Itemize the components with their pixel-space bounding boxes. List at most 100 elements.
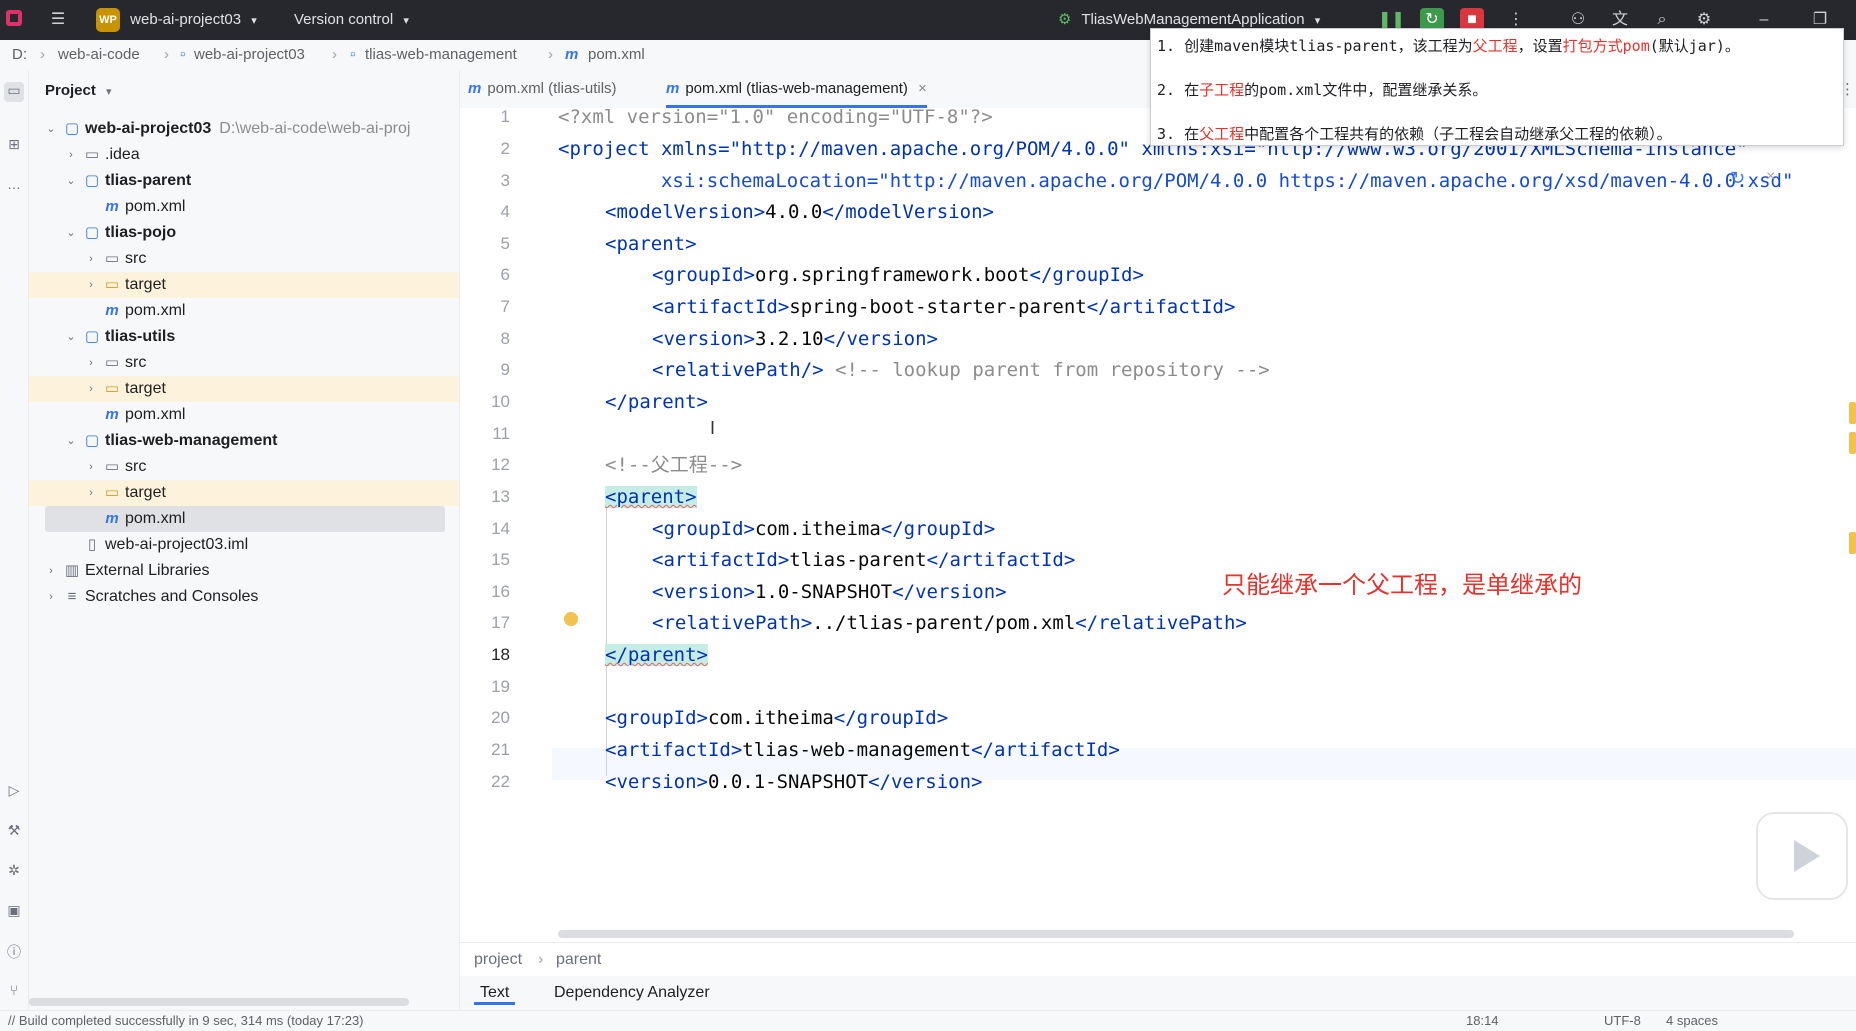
project-switcher[interactable]: WP web-ai-project03 ▾ [96, 0, 257, 40]
warning-marker[interactable] [1849, 432, 1856, 454]
close-icon[interactable]: × [1766, 168, 1775, 186]
status-message[interactable]: // Build completed successfully in 9 sec… [8, 1013, 364, 1028]
project-panel-header[interactable]: Project ▾ [45, 82, 112, 99]
chevron-right-icon[interactable]: › [85, 454, 97, 480]
breadcrumb-separator: › [538, 951, 544, 968]
project-badge: WP [96, 8, 120, 33]
tree-node-iml[interactable]: ▯ web-ai-project03.iml [29, 532, 459, 558]
folder-icon: ▭ [84, 146, 100, 163]
chevron-right-icon[interactable]: › [85, 246, 97, 272]
problems-tool-icon[interactable]: ⓘ [4, 942, 24, 962]
chevron-right-icon[interactable]: › [85, 350, 97, 376]
code-line-18: </parent> [605, 644, 708, 666]
breadcrumb-drive[interactable]: D: [12, 46, 27, 63]
debug-tool-icon[interactable]: ✲ [4, 862, 24, 882]
file-encoding[interactable]: UTF-8 [1604, 1013, 1641, 1028]
chevron-right-icon[interactable]: › [85, 272, 97, 298]
tree-node-tlias-pojo[interactable]: ⌄ ▢ tlias-pojo [29, 220, 459, 246]
line-number: 3 [500, 171, 510, 190]
chevron-right-icon[interactable]: › [45, 584, 57, 610]
warning-marker[interactable] [1849, 532, 1856, 554]
module-folder-icon: ▢ [84, 172, 100, 189]
chevron-right-icon[interactable]: › [65, 142, 77, 168]
crumb-project[interactable]: project [474, 951, 522, 969]
main-menu-icon[interactable]: ☰ [46, 8, 70, 32]
tree-node-tlias-utils[interactable]: ⌄ ▢ tlias-utils [29, 324, 459, 350]
chevron-right-icon[interactable]: › [45, 558, 57, 584]
tab-pom-tlias-web-management[interactable]: m pom.xml (tlias-web-management) × [666, 70, 927, 108]
close-icon[interactable]: × [918, 80, 927, 97]
code-line-10: </parent> [605, 391, 708, 413]
version-control-menu[interactable]: Version control ▾ [294, 0, 409, 40]
code-line-8: <version>3.2.10</version> [652, 328, 938, 350]
structure-tool-icon[interactable]: ⊞ [4, 136, 24, 156]
project-tool-icon[interactable]: ▭ [4, 82, 24, 102]
tree-node-tlias-parent[interactable]: ⌄ ▢ tlias-parent [29, 168, 459, 194]
chevron-right-icon[interactable]: › [85, 376, 97, 402]
breadcrumb-project[interactable]: web-ai-project03 [194, 46, 305, 63]
breadcrumb-file[interactable]: pom.xml [588, 46, 645, 63]
chevron-down-icon: ▾ [403, 15, 409, 27]
folder-icon: ▭ [104, 250, 120, 267]
project-panel: Project ▾ ⌄ ▢ web-ai-project03 D:\web-ai-… [29, 70, 460, 1010]
line-number: 12 [491, 455, 510, 474]
project-panel-scrollbar[interactable] [29, 998, 409, 1006]
project-name: web-ai-project03 [130, 11, 242, 28]
maven-reload-icon[interactable]: ↻ [1730, 168, 1745, 189]
chevron-down-icon[interactable]: ⌄ [45, 116, 57, 142]
library-icon: ▥ [64, 562, 80, 579]
tree-node-target[interactable]: › ▭ target [29, 480, 459, 506]
code-line-12: <!--父工程--> [605, 454, 743, 476]
tree-label: tlias-web-management [105, 432, 278, 449]
breadcrumb-module[interactable]: tlias-web-management [365, 46, 517, 63]
tree-node-pom-selected[interactable]: m pom.xml [45, 506, 445, 532]
tree-label: tlias-utils [105, 328, 176, 345]
terminal-tool-icon[interactable]: ▣ [4, 902, 24, 922]
chevron-down-icon[interactable]: ⌄ [65, 324, 77, 350]
tree-node-external-libraries[interactable]: › ▥ External Libraries [29, 558, 459, 584]
line-number: 16 [491, 582, 510, 601]
chevron-down-icon: ▾ [1314, 15, 1321, 27]
editor-horizontal-scrollbar[interactable] [558, 930, 1794, 938]
ide-logo-icon[interactable] [2, 8, 26, 32]
tree-node-tlias-web-management[interactable]: ⌄ ▢ tlias-web-management [29, 428, 459, 454]
tree-node-src[interactable]: › ▭ src [29, 454, 459, 480]
tree-node-pom[interactable]: m pom.xml [29, 194, 459, 220]
tree-node-scratches[interactable]: › ≡ Scratches and Consoles [29, 584, 459, 610]
tree-node-target[interactable]: › ▭ target [29, 376, 459, 402]
tab-pom-tlias-utils[interactable]: m pom.xml (tlias-utils) [468, 70, 617, 108]
more-tools-icon[interactable]: … [4, 176, 24, 196]
warning-marker[interactable] [1849, 402, 1856, 424]
build-tool-icon[interactable]: ⚒ [4, 822, 24, 842]
chevron-down-icon[interactable]: ⌄ [65, 220, 77, 246]
code-editor[interactable]: 1 2 3 4 5 6 7 8 9 10 11 12 13 14 15 16 1… [460, 108, 1856, 942]
tree-node-pom[interactable]: m pom.xml [29, 402, 459, 428]
line-number: 7 [500, 297, 510, 316]
chevron-right-icon[interactable]: › [85, 480, 97, 506]
tree-label: web-ai-project03.iml [105, 536, 249, 553]
git-tool-icon[interactable]: ⑂ [4, 982, 24, 1002]
code-line-16: <version>1.0-SNAPSHOT</version> [652, 581, 1007, 603]
module-folder-icon: ▢ [84, 328, 100, 345]
tree-node-target[interactable]: › ▭ target [29, 272, 459, 298]
chevron-down-icon[interactable]: ⌄ [65, 428, 77, 454]
tree-node-pom[interactable]: m pom.xml [29, 298, 459, 324]
chevron-down-icon[interactable]: ⌄ [65, 168, 77, 194]
code-line-7: <artifactId>spring-boot-starter-parent</… [652, 296, 1236, 318]
tree-node-idea[interactable]: › ▭ .idea [29, 142, 459, 168]
tree-node-root[interactable]: ⌄ ▢ web-ai-project03 D:\web-ai-code\web-a… [29, 116, 459, 142]
tab-dependency-analyzer[interactable]: Dependency Analyzer [554, 984, 710, 1002]
intention-bulb-icon[interactable] [564, 612, 578, 626]
run-tool-icon[interactable]: ▷ [4, 782, 24, 802]
folder-icon: ▭ [104, 354, 120, 371]
excluded-folder-icon: ▭ [104, 380, 120, 397]
caret-position[interactable]: 18:14 [1466, 1013, 1499, 1028]
tree-node-src[interactable]: › ▭ src [29, 350, 459, 376]
video-play-button[interactable] [1756, 812, 1848, 900]
breadcrumb-folder[interactable]: web-ai-code [58, 46, 140, 63]
tab-text[interactable]: Text [474, 984, 516, 1005]
code-line-21: <artifactId>tlias-web-management</artifa… [605, 739, 1120, 761]
indent-setting[interactable]: 4 spaces [1666, 1013, 1718, 1028]
tree-node-src[interactable]: › ▭ src [29, 246, 459, 272]
crumb-parent[interactable]: parent [556, 951, 601, 969]
